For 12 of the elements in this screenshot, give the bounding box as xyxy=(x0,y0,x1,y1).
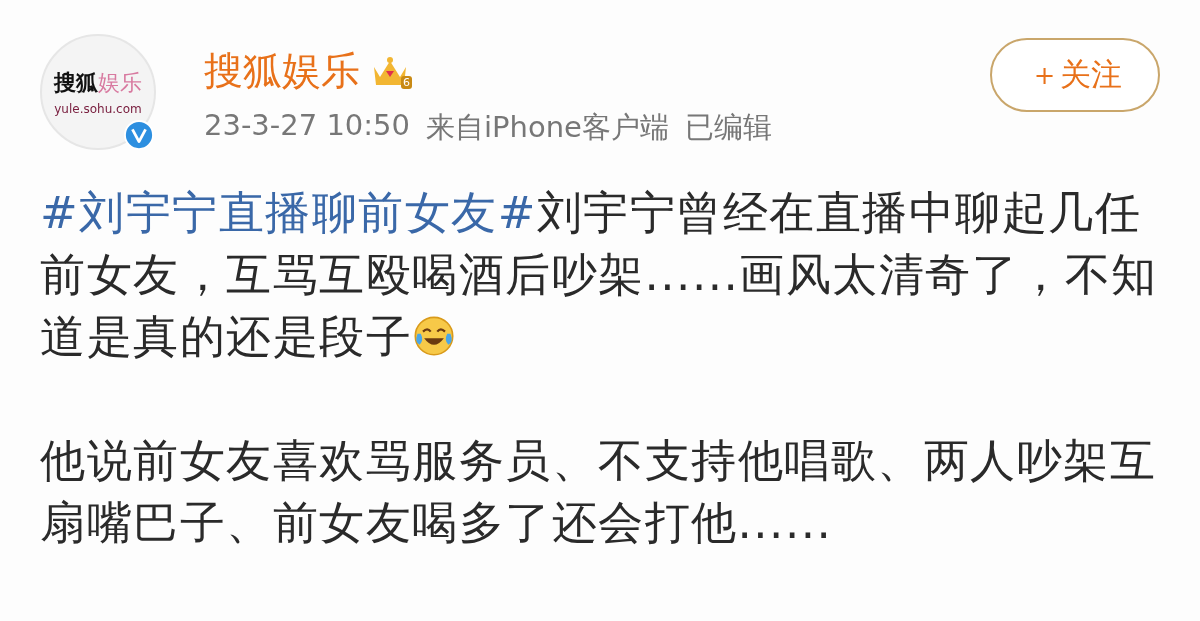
hashtag-link[interactable]: #刘宇宁直播聊前女友# xyxy=(40,186,537,239)
logo-domain: yule.sohu.com xyxy=(54,102,142,116)
post-paragraph: #刘宇宁直播聊前女友#刘宇宁曾经在直播中聊起几任前女友，互骂互殴喝酒后吵架......画风太清奇了，不知道是真的还是段子 xyxy=(40,185,1159,365)
logo-text: 娱乐 xyxy=(98,69,142,97)
follow-button[interactable]: ＋关注 xyxy=(990,38,1160,112)
post-time: 23-3-27 10:50 xyxy=(204,108,410,144)
author-name[interactable]: 搜狐娱乐 xyxy=(204,44,360,98)
laughing-crying-icon xyxy=(412,314,456,358)
logo-text: 搜狐 xyxy=(54,69,98,97)
post-paragraph: 他说前女友喜欢骂服务员、不支持他唱歌、两人吵架互扇嘴巴子、前女友喝多了还会打他...... xyxy=(40,433,1157,551)
edited-label: 已编辑 xyxy=(684,109,772,146)
post-source: 来自iPhone客户端 xyxy=(426,109,669,146)
